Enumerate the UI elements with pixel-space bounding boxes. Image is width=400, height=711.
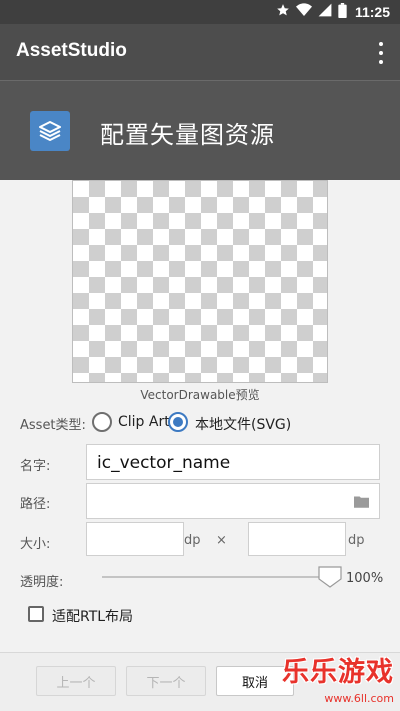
name-label: 名字: xyxy=(20,459,51,474)
app-title: AssetStudio xyxy=(16,40,127,61)
folder-icon[interactable] xyxy=(354,493,369,512)
opacity-slider-track[interactable] xyxy=(102,576,330,578)
vector-preview xyxy=(72,180,328,383)
battery-icon xyxy=(338,2,347,22)
radio-local-svg[interactable] xyxy=(168,412,188,432)
layers-icon xyxy=(30,111,70,151)
opacity-label: 透明度: xyxy=(20,575,64,590)
width-input[interactable] xyxy=(86,522,184,556)
size-label: 大小: xyxy=(20,537,51,552)
signal-icon xyxy=(318,3,332,21)
radio-clip-art-label[interactable]: Clip Art xyxy=(118,414,170,430)
opacity-value: 100% xyxy=(346,571,384,586)
path-label: 路径: xyxy=(20,497,51,512)
watermark: 乐乐游戏 www.6ll.com xyxy=(282,656,398,710)
name-input[interactable]: ic_vector_name xyxy=(86,444,380,480)
wifi-icon xyxy=(295,3,312,21)
app-bar: AssetStudio xyxy=(0,24,400,80)
wizard-header: 配置矢量图资源 xyxy=(0,80,400,180)
width-unit: dp xyxy=(184,533,201,548)
clock: 11:25 xyxy=(354,4,390,20)
page-title: 配置矢量图资源 xyxy=(100,121,275,149)
overflow-menu-icon[interactable] xyxy=(376,42,386,64)
path-input[interactable] xyxy=(86,483,380,519)
status-icons: 11:25 xyxy=(276,0,390,24)
height-unit: dp xyxy=(348,533,365,548)
star-icon xyxy=(276,3,290,21)
radio-local-svg-label[interactable]: 本地文件(SVG) xyxy=(195,414,291,434)
radio-clip-art[interactable] xyxy=(92,412,112,432)
size-separator: × xyxy=(216,533,227,548)
height-input[interactable] xyxy=(248,522,346,556)
preview-caption: VectorDrawable预览 xyxy=(140,388,260,402)
prev-button[interactable]: 上一个 xyxy=(36,666,116,696)
watermark-brand: 乐乐游戏 xyxy=(282,657,394,688)
rtl-label[interactable]: 适配RTL布局 xyxy=(52,606,133,626)
next-button[interactable]: 下一个 xyxy=(126,666,206,696)
status-bar: 11:25 xyxy=(0,0,400,24)
opacity-slider-thumb[interactable] xyxy=(318,566,342,588)
rtl-checkbox[interactable] xyxy=(28,606,44,622)
asset-type-label: Asset类型: xyxy=(20,418,86,433)
watermark-site: www.6ll.com xyxy=(324,692,394,705)
